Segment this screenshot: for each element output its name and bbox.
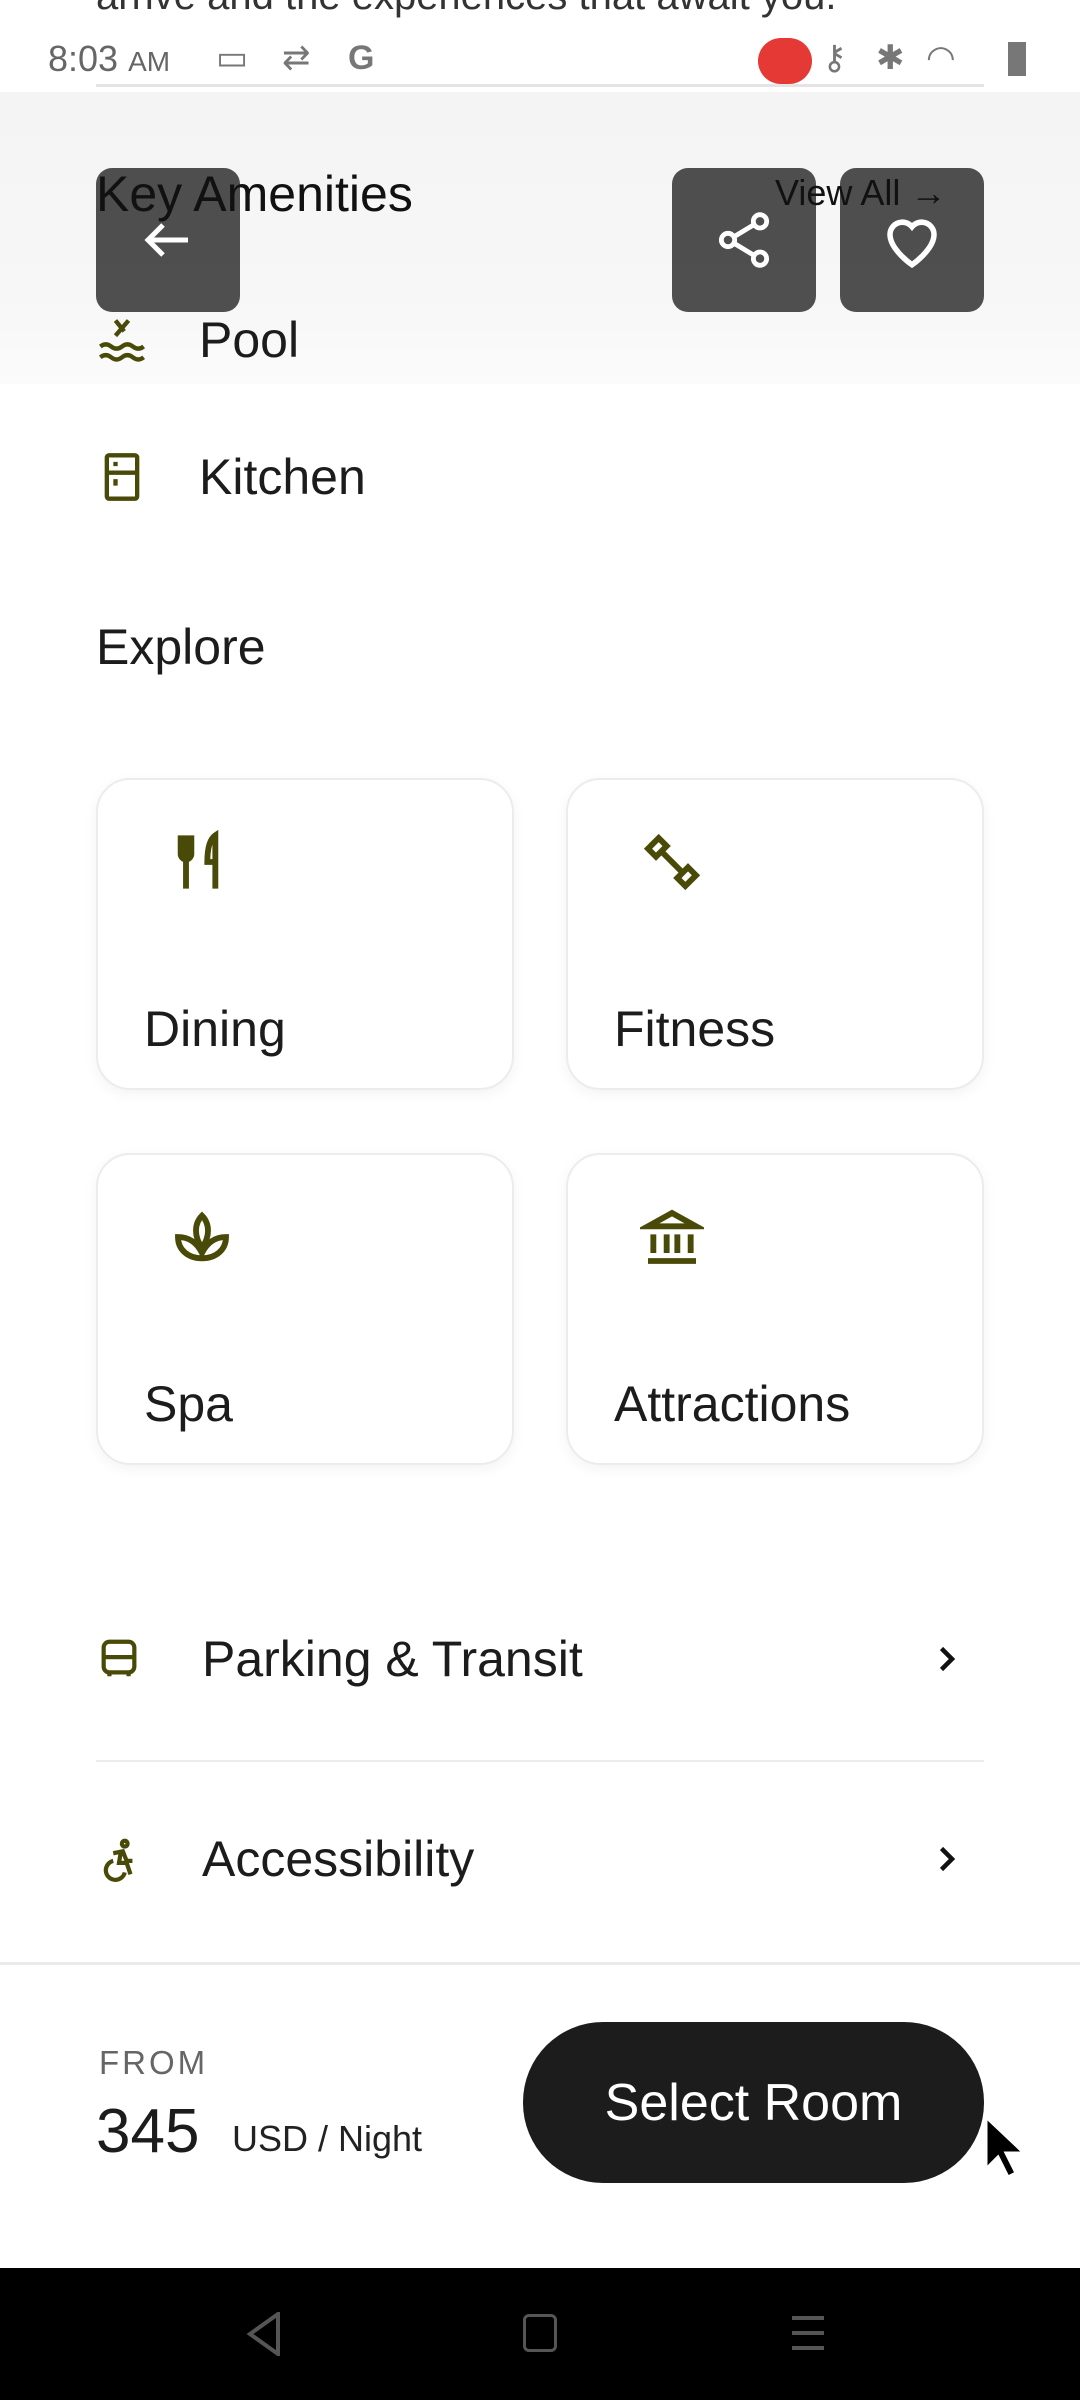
select-room-button[interactable]: Select Room	[523, 2022, 984, 2183]
divider	[96, 84, 984, 87]
time-ampm: AM	[128, 46, 171, 77]
bus-icon	[101, 1639, 137, 1677]
status-time: 8:03 AM	[48, 38, 170, 80]
card-label: Spa	[144, 1376, 233, 1432]
card-label: Dining	[144, 1001, 286, 1057]
card-label: Attractions	[614, 1376, 851, 1432]
sync-icon: ⇄	[282, 39, 311, 77]
amenity-kitchen: Kitchen	[96, 437, 366, 517]
row-label: Accessibility	[202, 1831, 475, 1887]
share-icon	[718, 212, 770, 268]
amenity-pool: Pool	[96, 300, 299, 380]
amenity-label: Pool	[199, 312, 300, 368]
bluetooth-icon: ✱	[876, 39, 905, 77]
heart-icon	[887, 219, 937, 269]
utensils-icon	[177, 830, 219, 889]
explore-card-spa[interactable]: Spa	[96, 1153, 514, 1465]
time-value: 8:03	[48, 38, 119, 79]
explore-card-dining[interactable]: Dining	[96, 778, 514, 1090]
wifi-icon: ◠	[926, 39, 956, 77]
dumbbell-icon	[643, 833, 701, 891]
mouse-cursor-icon	[984, 2115, 1028, 2179]
system-nav-bar	[0, 2268, 1080, 2400]
google-icon: G	[348, 39, 375, 77]
pool-icon	[98, 319, 146, 362]
row-accessibility[interactable]: Accessibility	[96, 1794, 984, 1924]
status-bar: 8:03 AM ▭ ⇄ G ⚷ ✱ ◠	[0, 0, 1080, 92]
accessibility-icon	[103, 1838, 133, 1882]
card-label: Fitness	[614, 1001, 776, 1057]
key-icon: ⚷	[822, 39, 847, 77]
chevron-right-icon	[939, 1646, 956, 1672]
row-label: Parking & Transit	[202, 1631, 583, 1687]
kitchen-icon	[104, 453, 140, 501]
lotus-icon	[175, 1211, 229, 1262]
nav-back-icon[interactable]	[246, 2312, 282, 2356]
divider	[96, 1760, 984, 1762]
nav-home-icon[interactable]	[523, 2314, 557, 2352]
nav-menu-icon[interactable]	[790, 2314, 826, 2352]
section-title-explore: Explore	[96, 619, 266, 675]
price-value: 345	[96, 2097, 200, 2166]
price-unit: USD / Night	[232, 2118, 423, 2159]
chevron-right-icon	[939, 1846, 956, 1872]
price-from-label: FROM	[99, 2044, 209, 2081]
explore-card-attractions[interactable]: Attractions	[566, 1153, 984, 1465]
explore-card-fitness[interactable]: Fitness	[566, 778, 984, 1090]
screen-record-icon: ▭	[216, 39, 249, 77]
row-parking-transit[interactable]: Parking & Transit	[96, 1594, 984, 1724]
section-title-key-amenities: Key Amenities	[96, 166, 413, 222]
museum-icon	[640, 1209, 704, 1264]
recording-icon	[758, 38, 812, 84]
amenity-label: Kitchen	[199, 449, 366, 505]
view-all-link[interactable]: View All →	[775, 172, 946, 214]
battery-icon	[1008, 42, 1026, 76]
